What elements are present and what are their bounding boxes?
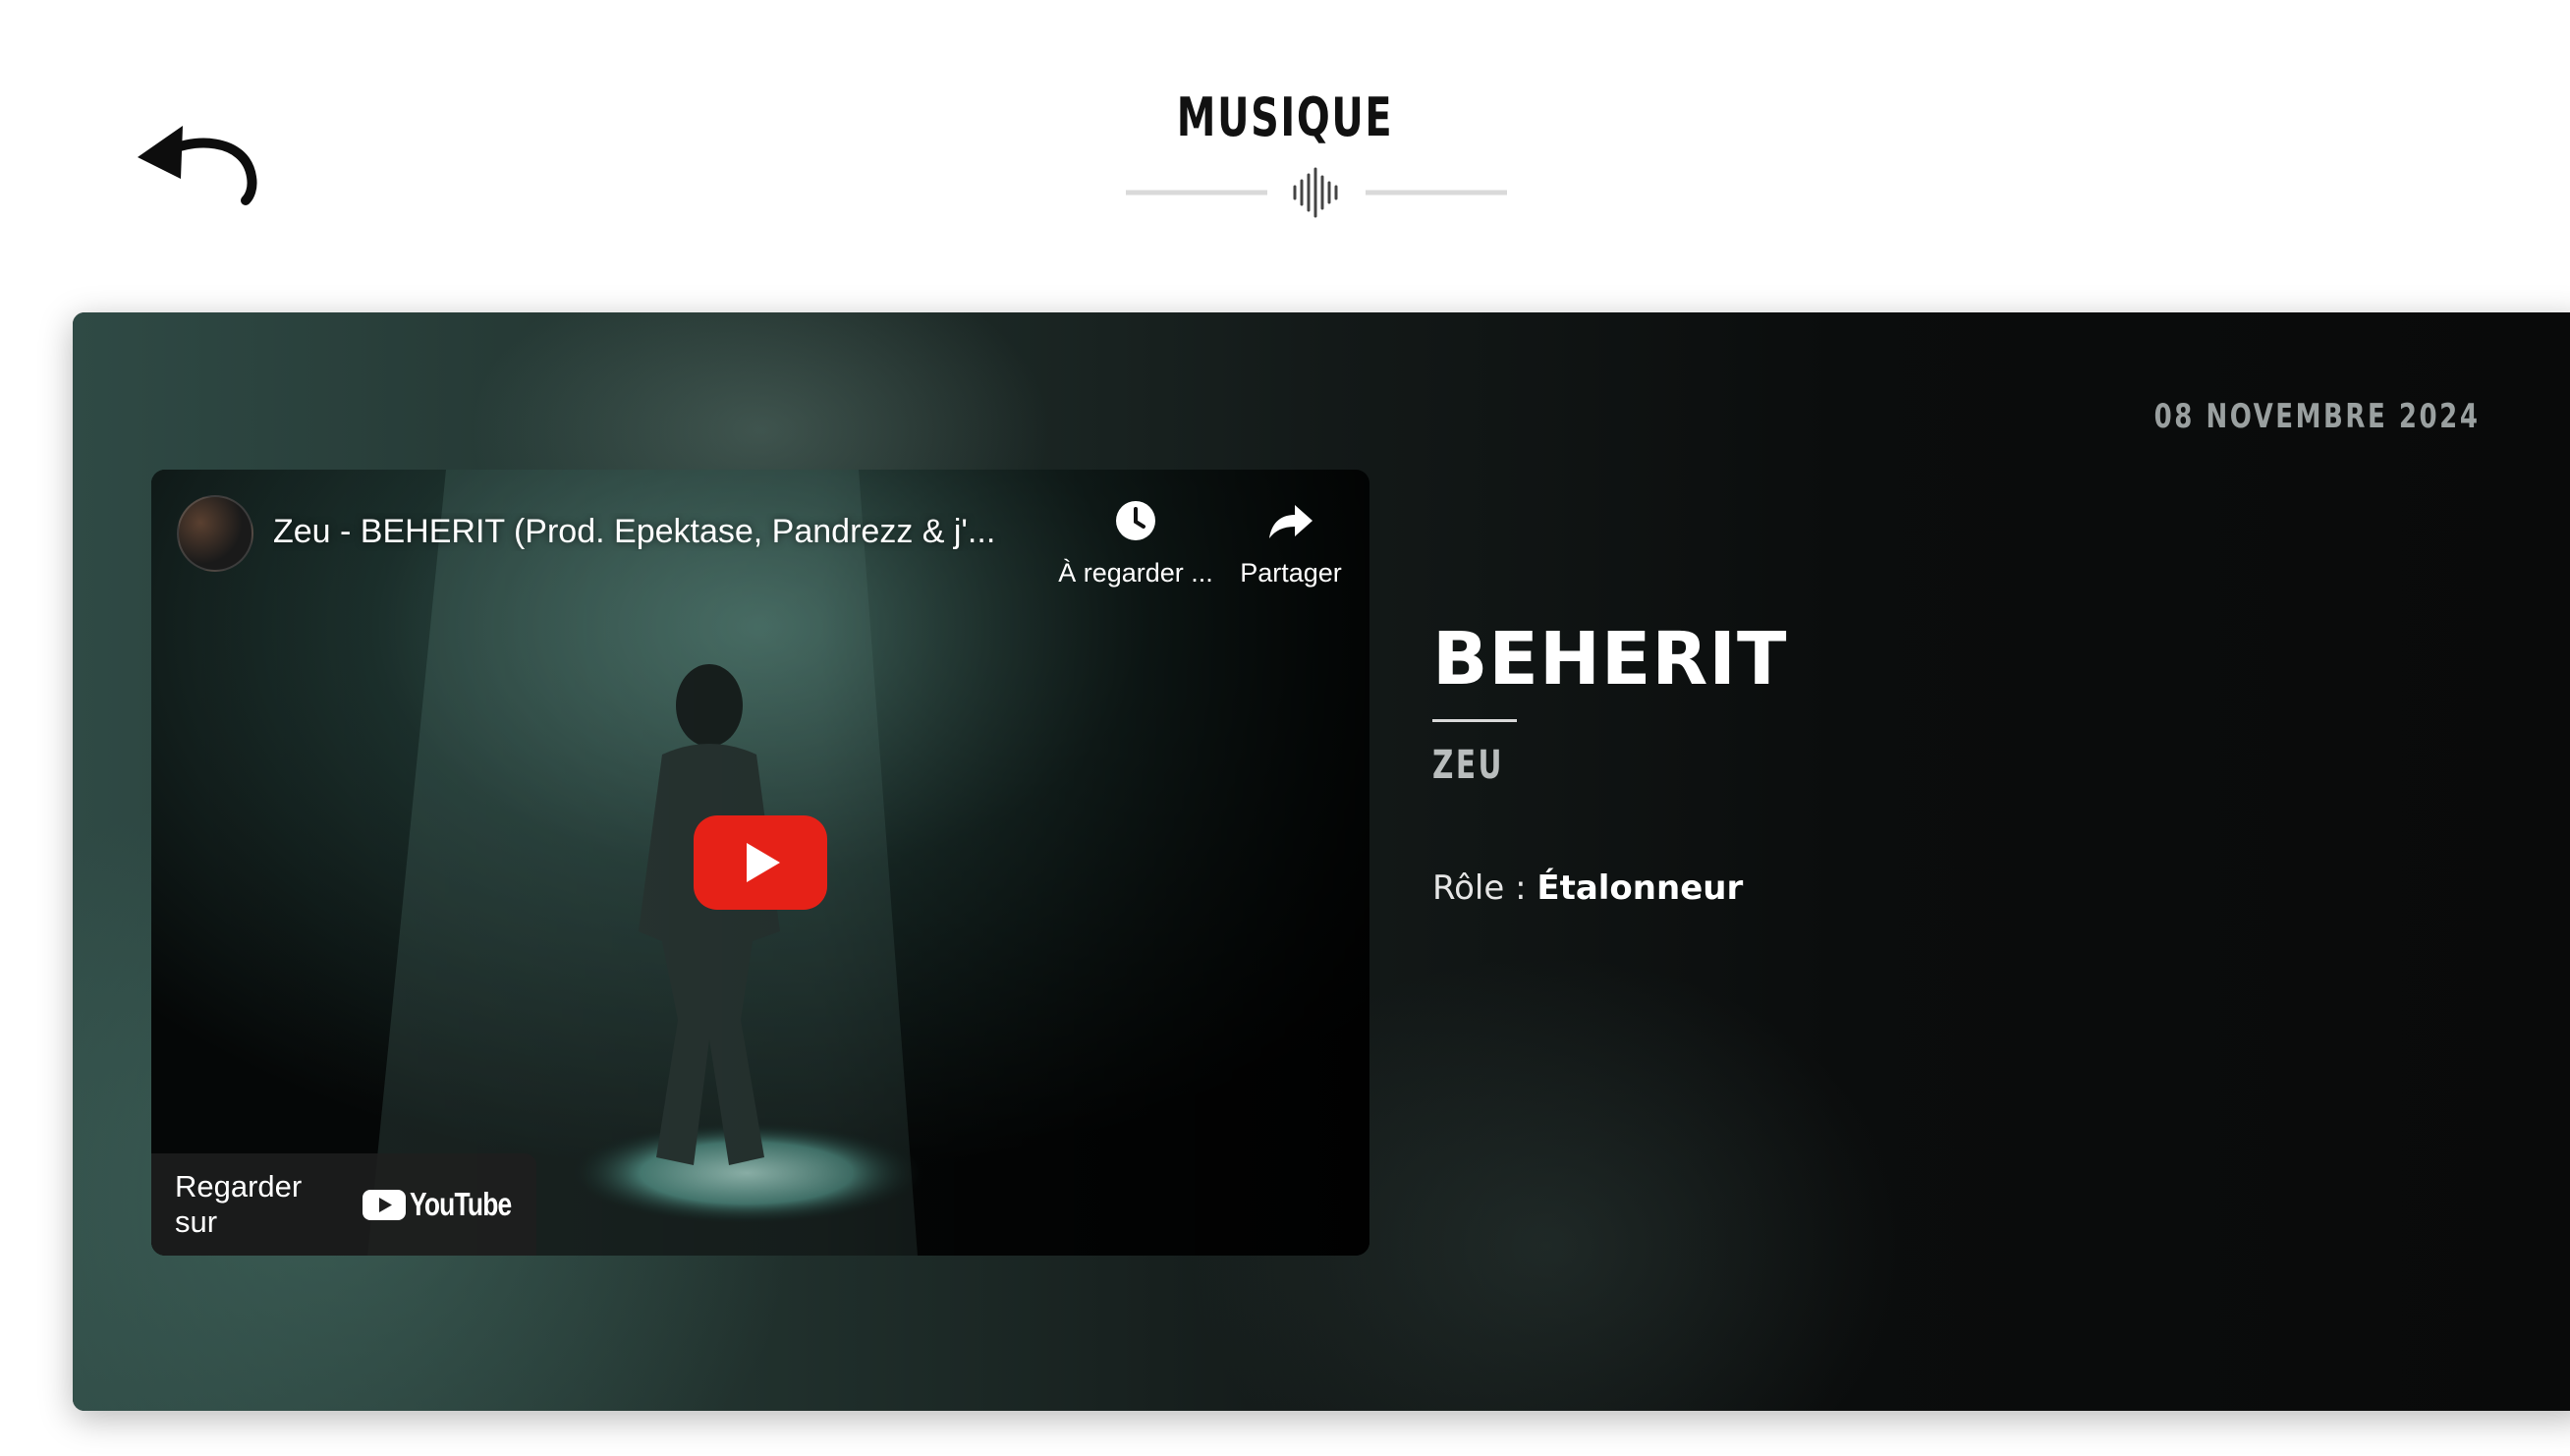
youtube-logo: YouTube [362, 1186, 536, 1223]
role-label: Rôle : [1432, 868, 1527, 908]
page-title: MUSIQUE [1176, 86, 1394, 148]
watch-later-label: À regarder ... [1058, 558, 1213, 588]
title-divider [1126, 167, 1507, 218]
youtube-logo-icon [362, 1189, 406, 1220]
video-player[interactable]: Zeu - BEHERIT (Prod. Epektase, Pandrezz … [151, 470, 1369, 1256]
track-role: Rôle : Étalonneur [1432, 868, 1743, 908]
watch-later-button[interactable]: À regarder ... [1047, 495, 1224, 588]
page: MUSIQUE 08 NOVEMBRE 2024 Zeu - BEHERIT (… [0, 0, 2570, 1456]
track-title: BEHERIT [1432, 617, 1788, 701]
project-date: 08 NOVEMBRE 2024 [2153, 397, 2480, 436]
role-value: Étalonneur [1536, 868, 1744, 908]
share-button[interactable]: Partager [1232, 495, 1350, 588]
share-label: Partager [1240, 558, 1342, 588]
clock-icon [1116, 501, 1155, 540]
title-underline [1432, 719, 1517, 722]
play-button[interactable] [694, 815, 827, 910]
share-arrow-icon [1269, 505, 1313, 538]
track-artist: ZEU [1432, 743, 1504, 788]
video-title[interactable]: Zeu - BEHERIT (Prod. Epektase, Pandrezz … [273, 513, 1020, 551]
play-icon [694, 815, 827, 910]
youtube-logo-text: YouTube [409, 1186, 512, 1222]
sound-wave-icon [1293, 167, 1338, 218]
project-card: 08 NOVEMBRE 2024 Zeu - BEHERIT (Prod. Ep… [73, 312, 2570, 1411]
watch-on-youtube-button[interactable]: Regarder sur YouTube [151, 1153, 536, 1256]
channel-avatar[interactable] [177, 495, 253, 572]
watch-on-label: Regarder sur [175, 1169, 303, 1239]
